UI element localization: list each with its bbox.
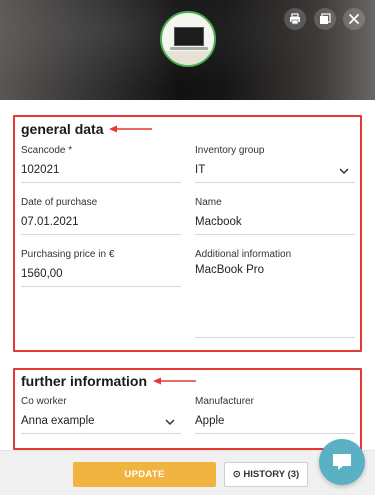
- general-data-section: general data Scancode * 102021 Inventory…: [13, 115, 362, 352]
- print-button[interactable]: [284, 8, 306, 30]
- name-label: Name: [195, 197, 222, 208]
- field-underline: [195, 433, 355, 434]
- scancode-value[interactable]: 102021: [21, 164, 181, 176]
- field-underline: [195, 182, 355, 183]
- chevron-down-icon[interactable]: [165, 417, 175, 427]
- name-field[interactable]: Name Macbook: [195, 197, 355, 235]
- date-of-purchase-field[interactable]: Date of purchase 07.01.2021: [21, 197, 181, 235]
- date-of-purchase-value[interactable]: 07.01.2021: [21, 216, 181, 228]
- inventory-group-select[interactable]: Inventory group IT: [195, 145, 355, 183]
- annotation-arrow-icon: [153, 377, 196, 385]
- name-value[interactable]: Macbook: [195, 216, 355, 228]
- manufacturer-label: Manufacturer: [195, 396, 254, 407]
- field-underline: [195, 337, 355, 338]
- manufacturer-value[interactable]: Apple: [195, 415, 355, 427]
- co-worker-label: Co worker: [21, 396, 67, 407]
- history-button[interactable]: ⊙ HISTORY (3): [224, 462, 308, 487]
- additional-information-label: Additional information: [195, 249, 292, 260]
- manufacturer-field[interactable]: Manufacturer Apple: [195, 396, 355, 434]
- purchasing-price-field[interactable]: Purchasing price in € 1560,00: [21, 249, 181, 287]
- scancode-field[interactable]: Scancode * 102021: [21, 145, 181, 183]
- field-underline: [21, 286, 181, 287]
- duplicate-button[interactable]: [314, 8, 336, 30]
- avatar-desk: [162, 51, 214, 65]
- inventory-group-value[interactable]: IT: [195, 164, 355, 176]
- co-worker-value[interactable]: Anna example: [21, 415, 181, 427]
- chevron-down-icon[interactable]: [339, 166, 349, 176]
- co-worker-select[interactable]: Co worker Anna example: [21, 396, 181, 434]
- field-underline: [21, 433, 181, 434]
- copy-icon: [320, 13, 331, 24]
- laptop-base: [170, 47, 208, 50]
- field-underline: [21, 234, 181, 235]
- laptop-icon: [174, 27, 204, 46]
- print-icon: [290, 13, 300, 25]
- additional-information-value[interactable]: MacBook Pro: [195, 264, 355, 276]
- annotation-arrow-icon: [109, 125, 152, 133]
- chat-button[interactable]: [319, 439, 365, 485]
- section-title-further: further information: [21, 373, 147, 389]
- chat-bubble-icon: [333, 454, 351, 470]
- section-title-general: general data: [21, 121, 104, 137]
- additional-information-field[interactable]: Additional information MacBook Pro: [195, 249, 355, 339]
- item-detail-form: general data Scancode * 102021 Inventory…: [0, 100, 375, 450]
- update-button[interactable]: UPDATE: [73, 462, 216, 487]
- scancode-label: Scancode *: [21, 145, 73, 156]
- close-icon: [349, 14, 359, 24]
- field-underline: [195, 234, 355, 235]
- item-avatar[interactable]: [160, 11, 216, 67]
- field-underline: [21, 182, 181, 183]
- purchasing-price-label: Purchasing price in €: [21, 249, 115, 260]
- date-of-purchase-label: Date of purchase: [21, 197, 98, 208]
- further-information-section: further information Co worker Anna examp…: [13, 368, 362, 450]
- inventory-group-label: Inventory group: [195, 145, 265, 156]
- purchasing-price-value[interactable]: 1560,00: [21, 268, 181, 280]
- close-button[interactable]: [343, 8, 365, 30]
